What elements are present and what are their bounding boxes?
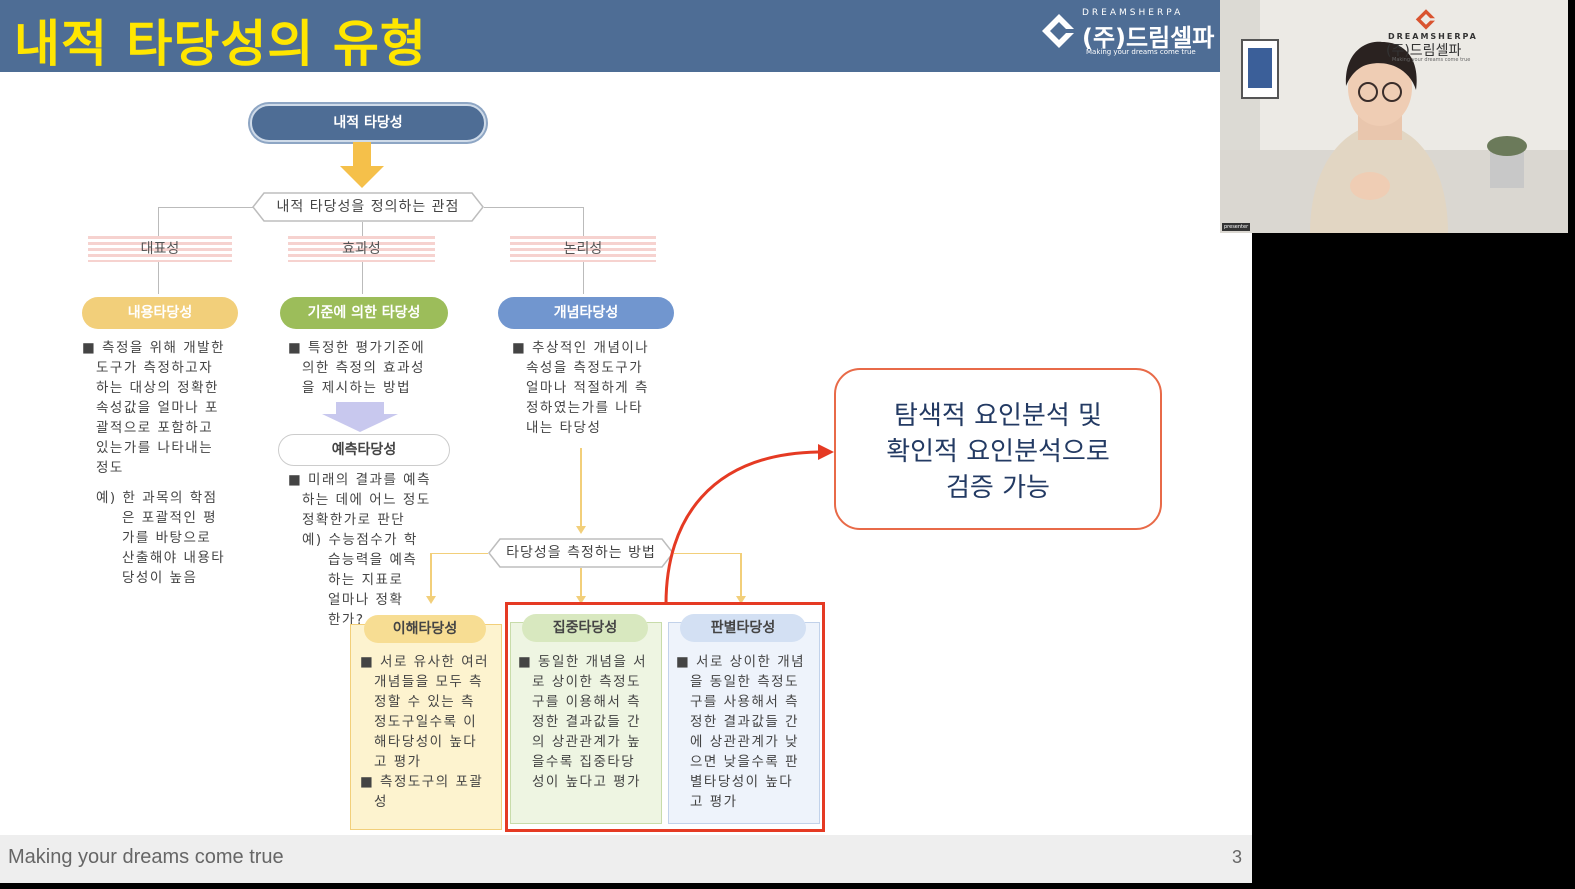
- callout-line: 탐색적 요인분석 및: [894, 401, 1102, 431]
- connector-line: [580, 568, 582, 598]
- criterion-line: 의한 측정의 효과성: [302, 360, 425, 376]
- content-validity-description: ■ 측정을 위해 개발한 도구가 측정하고자 하는 대상의 정확한 속성값을 얼…: [82, 338, 242, 588]
- callout-line: 확인적 요인분석으로: [886, 437, 1110, 467]
- down-arrow-icon: [322, 402, 398, 432]
- logo-tagline: Making your dreams come true: [1086, 48, 1196, 56]
- connector-line: [158, 262, 159, 294]
- content-line: 괄적으로 포함하고: [96, 420, 214, 436]
- highlight-box: [505, 602, 825, 832]
- construct-line: 속성을 측정도구가: [526, 360, 644, 376]
- slide-footer: Making your dreams come true 3: [0, 835, 1252, 883]
- connector-line: [430, 553, 432, 597]
- construct-line: 내는 타당성: [526, 420, 602, 436]
- footer-text: Making your dreams come true: [8, 846, 284, 868]
- perspective-label: 내적 타당성을 정의하는 관점: [276, 199, 460, 215]
- comprehension-line: ■ 측정도구의 포괄: [360, 774, 484, 790]
- content-line: 도구가 측정하고자: [96, 360, 214, 376]
- presentation-slide: 내적 타당성의 유형 DREAMSHERPA (주)드림셀파 Making yo…: [0, 0, 1252, 883]
- criterion-line: ■ 특정한 평가기준에: [288, 340, 426, 356]
- content-example-line: 가를 바탕으로: [122, 530, 212, 546]
- content-line: 하는 대상의 정확한: [96, 380, 219, 396]
- comprehension-line: 정할 수 있는 측: [374, 694, 475, 710]
- predictive-example-line: 하는 지표로: [328, 572, 404, 588]
- webcam-name-label: presenter: [1222, 223, 1251, 231]
- predictive-line: 하는 데에 어느 정도: [302, 492, 431, 508]
- comprehension-line: 정도구일수록 이: [374, 714, 478, 730]
- webcam-logo-tagline: Making your dreams come true: [1392, 57, 1471, 63]
- webcam-video[interactable]: DREAMSHERPA (주)드림셀파 Making your dreams c…: [1220, 0, 1568, 233]
- root-pill: 내적 타당성: [250, 104, 486, 142]
- content-example-line: 당성이 높음: [122, 570, 198, 586]
- category-logicality: 논리성: [510, 236, 656, 262]
- comprehension-validity-description: ■ 서로 유사한 여러 개념들을 모두 측 정할 수 있는 측 정도구일수록 이…: [360, 652, 500, 812]
- content-validity-pill: 내용타당성: [82, 297, 238, 329]
- content-line: 정도: [96, 460, 124, 476]
- connector-line: [583, 262, 584, 294]
- logo-brand: DREAMSHERPA: [1082, 8, 1184, 18]
- connector-line: [430, 553, 488, 554]
- comprehension-validity-pill: 이해타당성: [364, 615, 486, 643]
- arrowhead-icon: [576, 526, 586, 534]
- method-label: 타당성을 측정하는 방법: [506, 545, 656, 561]
- connector-line: [583, 207, 584, 237]
- company-logo: DREAMSHERPA (주)드림셀파 Making your dreams c…: [1040, 6, 1214, 62]
- category-effectiveness: 효과성: [288, 236, 435, 262]
- content-example-line: 산출해야 내용타: [122, 550, 226, 566]
- construct-line: 정하였는가를 나타: [526, 400, 644, 416]
- comprehension-line: ■ 서로 유사한 여러: [360, 654, 490, 670]
- construct-validity-description: ■ 추상적인 개념이나 속성을 측정도구가 얼마나 적절하게 측 정하였는가를 …: [512, 338, 672, 438]
- predictive-example-line: 예) 수능점수가 학: [302, 532, 418, 548]
- criterion-validity-pill: 기준에 의한 타당성: [280, 297, 448, 329]
- comprehension-line: 성: [374, 794, 388, 810]
- connector-line: [362, 222, 363, 236]
- comprehension-line: 개념들을 모두 측: [374, 674, 484, 690]
- predictive-validity-pill: 예측타당성: [278, 434, 450, 466]
- down-arrow-icon: [340, 142, 384, 188]
- content-line: 있는가를 나타내는: [96, 440, 214, 456]
- construct-line: 얼마나 적절하게 측: [526, 380, 649, 396]
- predictive-line: 정확한가로 판단: [302, 512, 406, 528]
- criterion-line: 을 제시하는 방법: [302, 380, 412, 396]
- callout-line: 검증 가능: [946, 473, 1050, 503]
- connector-line: [484, 207, 584, 208]
- comprehension-line: 고 평가: [374, 754, 422, 770]
- content-line: 속성값을 얼마나 포: [96, 400, 219, 416]
- construct-line: ■ 추상적인 개념이나: [512, 340, 650, 356]
- callout-box: 탐색적 요인분석 및 확인적 요인분석으로 검증 가능: [834, 368, 1162, 530]
- criterion-validity-description: ■ 특정한 평가기준에 의한 측정의 효과성 을 제시하는 방법: [288, 338, 458, 398]
- arrowhead-icon: [426, 596, 436, 604]
- construct-validity-pill: 개념타당성: [498, 297, 674, 329]
- connector-line: [362, 262, 363, 294]
- connector-line: [580, 448, 582, 528]
- slide-header: 내적 타당성의 유형 DREAMSHERPA (주)드림셀파 Making yo…: [0, 0, 1220, 73]
- connector-line: [158, 207, 159, 237]
- predictive-validity-description: ■ 미래의 결과를 예측 하는 데에 어느 정도 정확한가로 판단 예) 수능점…: [288, 470, 458, 630]
- slide-title: 내적 타당성의 유형: [14, 15, 427, 73]
- callout-arrow-icon: [664, 444, 834, 605]
- category-representativeness: 대표성: [88, 236, 232, 262]
- dreamsherpa-logo-icon: [1042, 14, 1074, 48]
- page-number: 3: [1231, 847, 1242, 867]
- comprehension-line: 해타당성이 높다: [374, 734, 478, 750]
- connector-line: [158, 207, 253, 208]
- predictive-line: ■ 미래의 결과를 예측: [288, 472, 431, 488]
- content-line: ■ 측정을 위해 개발한: [82, 340, 225, 356]
- content-example-line: 예) 한 과목의 학점: [96, 490, 218, 506]
- dreamsherpa-logo-icon: [1415, 9, 1435, 30]
- content-example-line: 은 포괄적인 평: [122, 510, 218, 526]
